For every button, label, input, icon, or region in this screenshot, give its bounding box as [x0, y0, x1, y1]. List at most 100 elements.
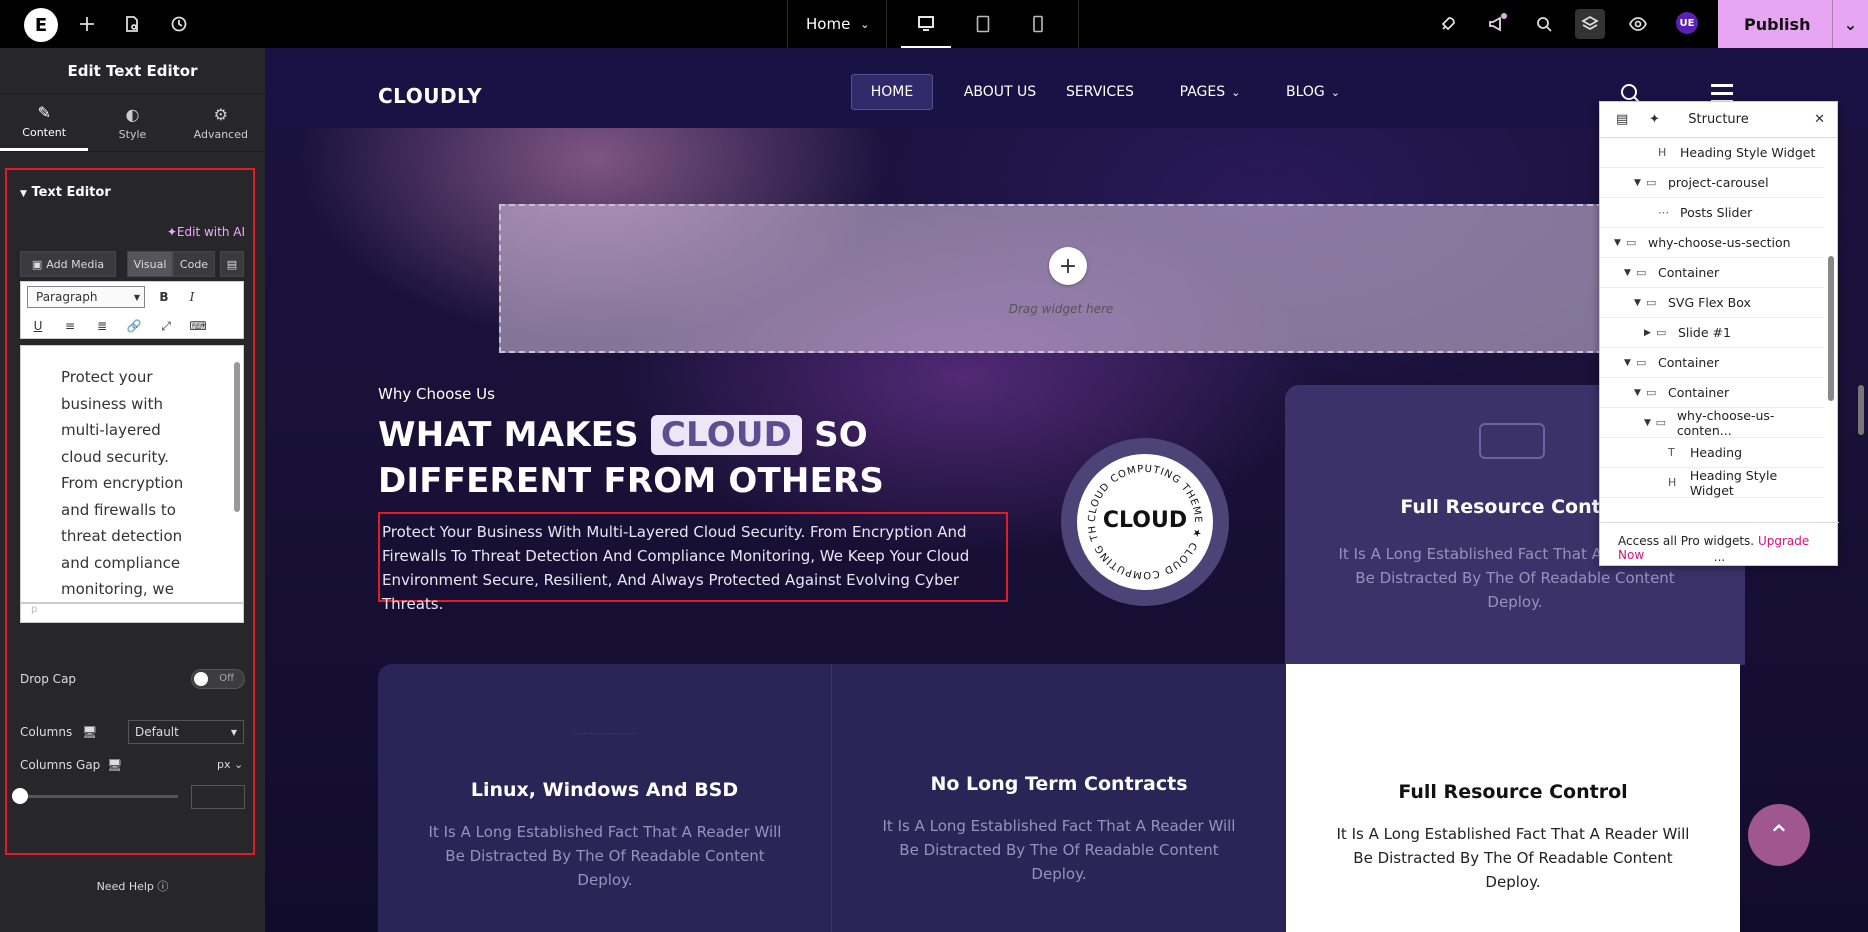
plus-icon[interactable]	[76, 13, 98, 35]
tab-content[interactable]: ✎ Content	[0, 94, 89, 151]
layers-icon[interactable]	[1575, 9, 1605, 39]
italic-icon[interactable]: I	[183, 288, 201, 306]
page-selector[interactable]: Home ⌄	[788, 0, 888, 48]
tree-item[interactable]: ▼ ▭ Container	[1600, 378, 1824, 408]
tablet-icon[interactable]	[958, 0, 1008, 48]
editor-panel: Edit Text Editor ✎ Content ◐ Style ⚙ Adv…	[0, 48, 265, 932]
tree-item[interactable]: ⋯ Posts Slider	[1600, 198, 1824, 228]
mobile-icon[interactable]	[1013, 0, 1063, 48]
tab-style[interactable]: ◐ Style	[88, 94, 176, 151]
text-icon: T	[1668, 446, 1675, 459]
section-header-text-editor[interactable]: ▼ Text Editor	[20, 185, 111, 200]
top-bar: E Home ⌄ UE Publish ⌄	[0, 0, 1868, 48]
history-icon[interactable]	[168, 13, 190, 35]
sparkle-icon: ✦	[166, 225, 177, 239]
badge-center-text: CLOUD	[1102, 508, 1188, 533]
hamburger-icon[interactable]	[1711, 84, 1733, 103]
tree-item[interactable]: ▼ ▭ project-carousel	[1600, 168, 1824, 198]
tree-item[interactable]: H Heading Style Widget	[1600, 138, 1824, 168]
page-settings-icon[interactable]	[121, 13, 143, 35]
structure-header: ▤ ✦ Structure ✕	[1600, 102, 1837, 138]
tree-item[interactable]: ▼ ▭ why-choose-us-section	[1600, 228, 1824, 258]
editor-content[interactable]: Protect your business with multi-layered…	[61, 364, 191, 602]
numbered-list-icon[interactable]: ≣	[93, 317, 111, 335]
menu-home[interactable]: HOME	[851, 74, 933, 110]
drop-cap-toggle[interactable]: Off	[191, 669, 245, 689]
close-icon[interactable]: ✕	[1814, 112, 1825, 127]
scroll-to-top-button[interactable]: ⌃	[1748, 804, 1810, 866]
add-widget-button[interactable]: +	[1049, 247, 1087, 285]
feature-card-3: Full Resource Control It Is A Long Estab…	[1286, 664, 1740, 932]
menu-services[interactable]: SERVICES	[1055, 74, 1145, 110]
chevron-down-icon: ⌄	[860, 17, 870, 31]
format-select[interactable]: Paragraph ▼	[27, 286, 145, 308]
editor-scrollbar[interactable]	[233, 352, 241, 598]
widget-dropzone[interactable]: + Drag widget here	[499, 204, 1623, 353]
site-brand[interactable]: CLOUDLY	[378, 84, 482, 108]
eye-icon[interactable]	[1627, 13, 1649, 35]
canvas-scrollbar[interactable]	[1854, 48, 1868, 932]
caret-down-icon[interactable]: ▼	[1624, 268, 1636, 278]
columns-gap-slider[interactable]	[20, 795, 178, 798]
search-icon[interactable]	[1533, 13, 1555, 35]
bullet-list-icon[interactable]: ≡	[61, 317, 79, 335]
edit-with-ai-button[interactable]: ✦Edit with AI	[167, 225, 245, 239]
menu-pages[interactable]: PAGES ⌄	[1165, 74, 1255, 110]
underline-icon[interactable]: U	[29, 317, 47, 335]
tree-item[interactable]: ▼ ▭ Container	[1600, 348, 1824, 378]
editor-body[interactable]: Protect your business with multi-layered…	[20, 345, 244, 603]
announcements-icon[interactable]	[1485, 13, 1507, 35]
desktop-icon[interactable]: 🖥	[82, 725, 97, 739]
visual-tab[interactable]: Visual	[127, 251, 173, 277]
caret-down-icon[interactable]: ▼	[1624, 358, 1636, 368]
container-icon: ▭	[1646, 386, 1657, 399]
publish-button[interactable]: Publish ⌄	[1718, 0, 1868, 48]
more-options[interactable]: ...	[1600, 550, 1839, 564]
caret-down-icon[interactable]: ▼	[1634, 178, 1646, 188]
caret-down-icon[interactable]: ▼	[1644, 418, 1656, 428]
caret-down-icon[interactable]: ▼	[1634, 298, 1646, 308]
caret-right-icon[interactable]: ▶	[1644, 328, 1656, 338]
caret-down-icon[interactable]: ▼	[1614, 238, 1626, 248]
chevron-down-icon: ▼	[230, 727, 237, 737]
caret-down-icon[interactable]: ▼	[1634, 388, 1646, 398]
user-avatar[interactable]: UE	[1676, 12, 1698, 34]
tab-advanced[interactable]: ⚙ Advanced	[177, 94, 265, 151]
cloud-server-icon	[1479, 423, 1545, 459]
container-icon: ▭	[1636, 266, 1647, 279]
chevron-down-icon[interactable]: ⌄	[1832, 0, 1868, 48]
card-title: No Long Term Contracts	[930, 773, 1188, 795]
desktop-icon[interactable]	[901, 0, 951, 48]
unit-select[interactable]: px ⌄	[217, 758, 243, 771]
elementor-logo-button[interactable]: E	[24, 8, 58, 42]
tree-item[interactable]: ▶ ▭ Slide #1	[1600, 318, 1824, 348]
tree-item[interactable]: ▼ ▭ SVG Flex Box	[1600, 288, 1824, 318]
code-tab[interactable]: Code	[173, 251, 215, 277]
add-media-button[interactable]: ▣ Add Media	[20, 251, 116, 277]
section-eyebrow: Why Choose Us	[378, 385, 495, 403]
desktop-icon[interactable]: 🖥	[107, 758, 122, 772]
selected-text-editor-widget[interactable]: Protect Your Business With Multi-Layered…	[378, 512, 1008, 613]
rocket-icon[interactable]	[1437, 13, 1459, 35]
menu-about[interactable]: ABOUT US	[955, 74, 1045, 110]
panel-title: Edit Text Editor	[0, 48, 265, 94]
need-help-link[interactable]: Need Help ⓘ	[0, 878, 265, 894]
slider-handle[interactable]	[12, 788, 28, 804]
tree-item[interactable]: ▼ ▭ why-choose-us-conten...	[1600, 408, 1824, 438]
columns-select[interactable]: Default ▼	[128, 720, 244, 744]
editor-toolbar: Paragraph ▼ B I U ≡ ≣ 🔗 ⤢ ⌨	[20, 281, 244, 339]
fullscreen-icon[interactable]: ⤢	[157, 317, 175, 335]
heading-icon: H	[1658, 146, 1667, 159]
bold-icon[interactable]: B	[155, 288, 173, 306]
structure-scrollbar[interactable]	[1827, 144, 1835, 520]
menu-blog[interactable]: BLOG ⌄	[1268, 74, 1358, 110]
tree-item[interactable]: ▼ ▭ Container	[1600, 258, 1824, 288]
chevron-down-icon: ⌄	[1231, 85, 1241, 99]
database-icon[interactable]: ▤	[220, 251, 244, 277]
keyboard-icon[interactable]: ⌨	[189, 317, 207, 335]
help-icon: ⓘ	[157, 880, 169, 893]
columns-gap-input[interactable]	[191, 785, 245, 809]
tree-item[interactable]: T Heading	[1600, 438, 1824, 468]
link-icon[interactable]: 🔗	[125, 317, 143, 335]
tree-item[interactable]: H Heading Style Widget	[1600, 468, 1824, 498]
